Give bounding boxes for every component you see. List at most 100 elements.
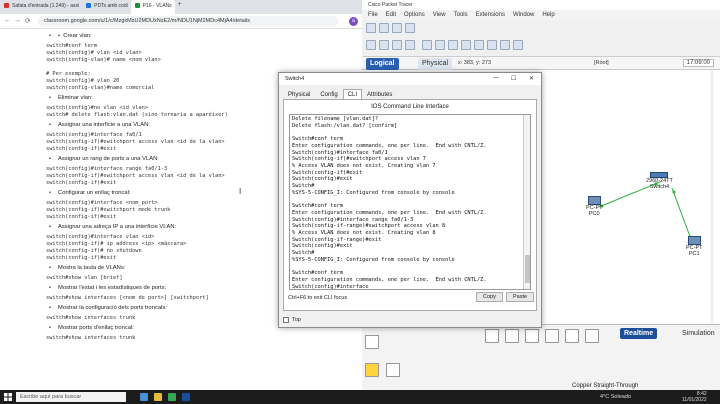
cli-heading: IOS Command Line Interface [371,104,449,110]
menu-file[interactable]: File [368,10,378,20]
cli-output-line [292,196,528,203]
phone-cable-icon[interactable] [585,329,599,343]
simulation-button[interactable]: Simulation [680,328,717,339]
cli-output-line: Switch# [292,250,315,257]
menu-view[interactable]: View [433,10,446,20]
weather-widget[interactable]: 4°C Soleado [600,394,631,400]
open-file-icon[interactable] [379,23,389,33]
menu-help[interactable]: Help [542,10,554,20]
note-icon[interactable] [422,40,432,50]
fiber-cable-icon[interactable] [565,329,579,343]
close-icon[interactable]: ✕ [529,75,534,82]
select-icon[interactable] [366,40,376,50]
checkbox-box[interactable] [283,317,289,323]
cli-output-line: Switch(config-if)#switchport access vlan… [292,156,426,163]
cli-output-line: Switch(config)#interface fa0/1 [292,149,388,156]
forward-icon[interactable]: → [14,17,21,24]
pc1-device[interactable]: PC-PT PC1 [686,236,703,257]
link-switch-pc1 [671,187,693,243]
print-icon[interactable] [405,23,415,33]
taskbar-search-input[interactable]: Escribe aquí para buscar [16,392,126,402]
ellipse-icon[interactable] [448,40,458,50]
device-panel: Realtime Simulation Copper Straight-Thro… [362,324,720,390]
pt-toolbar [362,20,720,56]
delete-icon[interactable] [392,40,402,50]
cli-scrollbar[interactable] [523,115,530,289]
menu-window[interactable]: Window [513,10,534,20]
cli-output-line: Delete filename [vlan.dat]? [292,116,379,122]
browser-tab-vlans[interactable]: P16 - VLANs [130,0,175,14]
cli-output-line: Switch(config-if-range)#exit [292,236,382,243]
menu-options[interactable]: Options [404,10,425,20]
top-checkbox[interactable]: Top [283,317,301,323]
tab-logical[interactable]: Logical [366,58,399,70]
console-cable-icon[interactable] [505,329,519,343]
grid-category-icon[interactable] [386,363,400,377]
browser-toolbar: ← → ⟳ classroom.google.com/u/1/c/MzgxMzU… [0,14,362,29]
save-icon[interactable] [392,23,402,33]
zoom-in-icon[interactable] [487,40,497,50]
packet-tracer-taskbar-icon[interactable] [182,393,190,401]
dialog-tabs: Physical Config CLI Attributes [283,89,397,99]
docs-icon [86,3,92,8]
cli-output-line: % Access VLAN does not exist. Creating v… [292,229,436,236]
browser-tabbar: Safata d'entrada (1.249) - assi PDTs amb… [0,0,362,14]
tab-physical-config[interactable]: Physical [283,89,315,99]
pt-workspace-bar: Logical Physical x: 383, y: 273 [Root] 1… [362,56,720,70]
new-file-icon[interactable] [366,23,376,33]
crossover-cable-icon[interactable] [545,329,559,343]
tab-config[interactable]: Config [315,89,342,99]
cli-hint: Ctrl+F6 to exit CLI focus [288,295,348,301]
taskbar-clock[interactable]: 8:42 11/01/2022 [682,391,707,403]
menu-tools[interactable]: Tools [454,10,468,20]
tab-cli[interactable]: CLI [342,89,363,99]
doc-code-line: switch(config-vlan)# name <nom vlan> [46,57,161,63]
paste-button[interactable]: Paste [506,292,535,302]
doc-bullet-heading: • Crear vlan: [46,33,362,40]
maximize-icon[interactable]: ☐ [511,75,516,82]
cli-output-line: %SYS-5-CONFIG_I: Configured from console… [292,189,455,196]
menu-extensions[interactable]: Extensions [476,10,505,20]
reload-icon[interactable]: ⟳ [25,17,31,25]
browser-tab-inbox[interactable]: Safata d'entrada (1.249) - assi [0,0,82,14]
cli-output-line: %SYS-5-CONFIG_I: Configured from console… [292,256,455,263]
switch-device[interactable]: 2960-24TT Switch4 [646,172,673,190]
auto-cable-icon[interactable] [485,329,499,343]
straight-through-cable-icon[interactable] [525,329,539,343]
connections-category-icon[interactable] [365,363,379,377]
back-icon[interactable]: ← [4,17,11,24]
inspect-icon[interactable] [379,40,389,50]
switch-dialog: Switch4 — ☐ ✕ Physical Config CLI Attrib… [278,72,542,328]
cli-output-line: Switch# [292,183,315,190]
menu-edit[interactable]: Edit [386,10,396,20]
pc0-device[interactable]: PC-PT PC0 [586,196,603,217]
new-tab-icon[interactable]: + [175,0,185,14]
resize-icon[interactable] [405,40,415,50]
draw-icon[interactable] [435,40,445,50]
complex-pdu-icon[interactable] [474,40,484,50]
chrome-icon[interactable] [168,393,176,401]
browser-tab-pdts[interactable]: PDTs amb codi [82,0,131,14]
cli-output-line: Switch#conf term [292,203,344,210]
file-explorer-icon[interactable] [154,393,162,401]
zoom-reset-icon[interactable] [513,40,523,50]
minimize-icon[interactable]: — [493,75,499,81]
cli-terminal[interactable]: Delete filename [vlan.dat]? Delete flash:… [289,114,531,290]
cli-output-line: Switch#conf term [292,136,344,143]
cli-scroll-thumb[interactable] [525,255,530,283]
tab-physical[interactable]: Physical [418,58,453,70]
avatar[interactable]: a [349,17,358,26]
pdu-icon[interactable] [461,40,471,50]
cli-output-line: Switch(config)#interface range fa0/1-3 [292,216,414,223]
windows-start-icon[interactable] [4,393,12,401]
cli-output-line: Delete flash:/vlan.dat? [confirm] [292,122,398,129]
realtime-button[interactable]: Realtime [620,328,658,339]
tab-attributes[interactable]: Attributes [362,89,397,99]
address-bar[interactable]: classroom.google.com/u/1/c/MzgxMzU2MDUxN… [38,16,338,27]
copy-button[interactable]: Copy [476,292,503,302]
routers-category-icon[interactable] [365,335,379,349]
task-view-icon[interactable] [140,393,148,401]
pc-icon [587,196,601,205]
dialog-title: Switch4 [279,73,541,85]
zoom-out-icon[interactable] [500,40,510,50]
